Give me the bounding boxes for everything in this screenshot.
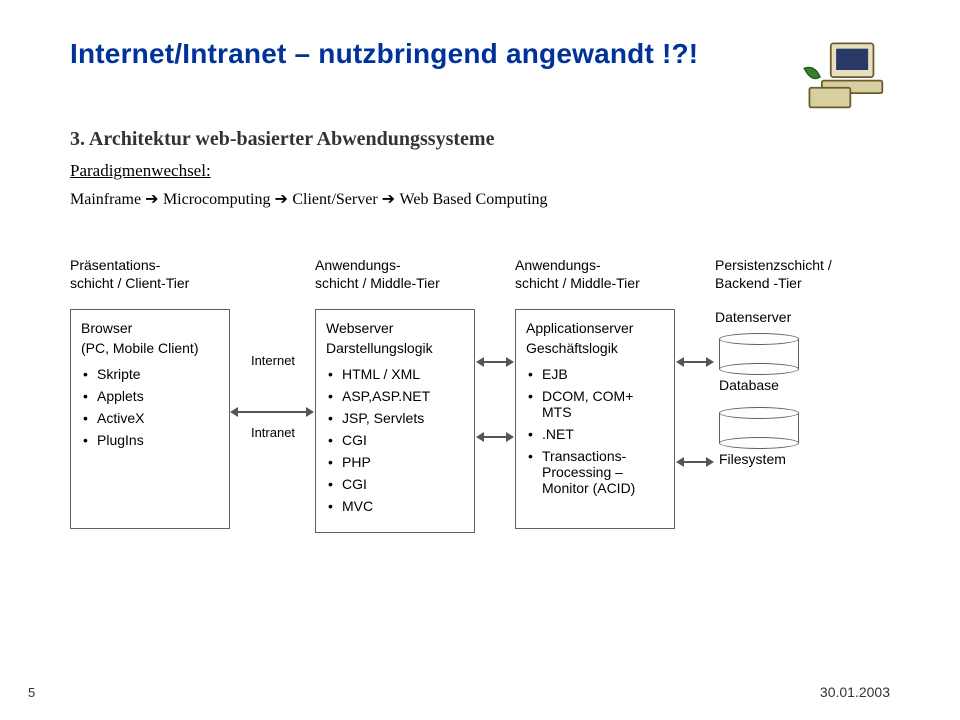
list-item: Applets <box>87 388 219 404</box>
tier-caption: Anwendungs- schicht / Middle-Tier <box>515 257 675 295</box>
net-label-internet: Internet <box>243 353 303 368</box>
box-subtitle: (PC, Mobile Client) <box>81 340 219 356</box>
list-item: CGI <box>332 476 464 492</box>
connector-arrow-icon <box>676 357 714 367</box>
list-item: .NET <box>532 426 664 442</box>
list-item: ASP,ASP.NET <box>332 388 464 404</box>
dataserver-label: Datenserver <box>715 309 885 325</box>
page-number: 5 <box>28 685 35 700</box>
database-cylinder-icon <box>719 333 799 375</box>
tier-column-presentation: Präsentations- schicht / Client-Tier Bro… <box>70 257 230 529</box>
paradigm-chain: Mainframe ➔ Microcomputing ➔ Client/Serv… <box>70 189 890 209</box>
list-item: HTML / XML <box>332 366 464 382</box>
paradigm-item: Web Based Computing <box>400 191 548 208</box>
box-title: Webserver <box>326 320 464 336</box>
paradigm-item: Client/Server <box>292 191 377 208</box>
list-item: PlugIns <box>87 432 219 448</box>
tier-box-browser: Browser (PC, Mobile Client) Skripte Appl… <box>70 309 230 529</box>
tech-list: EJB DCOM, COM+ MTS .NET Transactions-Pro… <box>526 366 664 496</box>
tier-caption: Anwendungs- schicht / Middle-Tier <box>315 257 475 295</box>
list-item: Skripte <box>87 366 219 382</box>
arrow-right-icon: ➔ <box>145 191 163 208</box>
slide: Internet/Intranet – nutzbringend angewan… <box>0 0 960 720</box>
tier-caption: Präsentations- schicht / Client-Tier <box>70 257 230 295</box>
paradigm-item: Mainframe <box>70 191 141 208</box>
tech-list: Skripte Applets ActiveX PlugIns <box>81 366 219 448</box>
tier-column-appserver: Anwendungs- schicht / Middle-Tier Applic… <box>515 257 675 529</box>
database-label: Database <box>719 377 885 393</box>
tech-list: HTML / XML ASP,ASP.NET JSP, Servlets CGI… <box>326 366 464 514</box>
list-item: EJB <box>532 366 664 382</box>
connector-arrow-icon <box>676 457 714 467</box>
paradigm-item: Microcomputing <box>163 191 271 208</box>
tier-caption: Persistenzschicht / Backend -Tier <box>715 257 885 295</box>
filesystem-label: Filesystem <box>719 451 885 467</box>
section-heading: 3. Architektur web-basierter Abwendungss… <box>70 128 890 151</box>
arrow-right-icon: ➔ <box>382 191 400 208</box>
list-item: Transactions-Processing – Monitor (ACID) <box>532 448 664 496</box>
box-title: Applicationserver <box>526 320 664 336</box>
architecture-diagram: Präsentations- schicht / Client-Tier Bro… <box>70 257 890 637</box>
filesystem-cylinder-icon <box>719 407 799 449</box>
header-row: Internet/Intranet – nutzbringend angewan… <box>70 38 890 118</box>
footer-date: 30.01.2003 <box>820 684 890 700</box>
box-title: Browser <box>81 320 219 336</box>
arrow-right-icon: ➔ <box>274 191 292 208</box>
list-item: CGI <box>332 432 464 448</box>
tier-column-webserver: Anwendungs- schicht / Middle-Tier Webser… <box>315 257 475 533</box>
list-item: MVC <box>332 498 464 514</box>
computer-clipart-icon <box>800 38 890 118</box>
section-subheading: Paradigmenwechsel: <box>70 161 890 181</box>
box-subtitle: Darstellungslogik <box>326 340 464 356</box>
connector-arrow-icon <box>476 432 514 442</box>
connector-arrow-icon <box>230 407 314 417</box>
list-item: JSP, Servlets <box>332 410 464 426</box>
tier-box-appserver: Applicationserver Geschäftslogik EJB DCO… <box>515 309 675 529</box>
connector-arrow-icon <box>476 357 514 367</box>
list-item: PHP <box>332 454 464 470</box>
tier-column-backend: Persistenzschicht / Backend -Tier Datens… <box>715 257 885 481</box>
list-item: ActiveX <box>87 410 219 426</box>
net-label-intranet: Intranet <box>243 425 303 440</box>
list-item: DCOM, COM+ MTS <box>532 388 664 420</box>
box-subtitle: Geschäftslogik <box>526 340 664 356</box>
page-title: Internet/Intranet – nutzbringend angewan… <box>70 38 698 70</box>
tier-box-webserver: Webserver Darstellungslogik HTML / XML A… <box>315 309 475 533</box>
